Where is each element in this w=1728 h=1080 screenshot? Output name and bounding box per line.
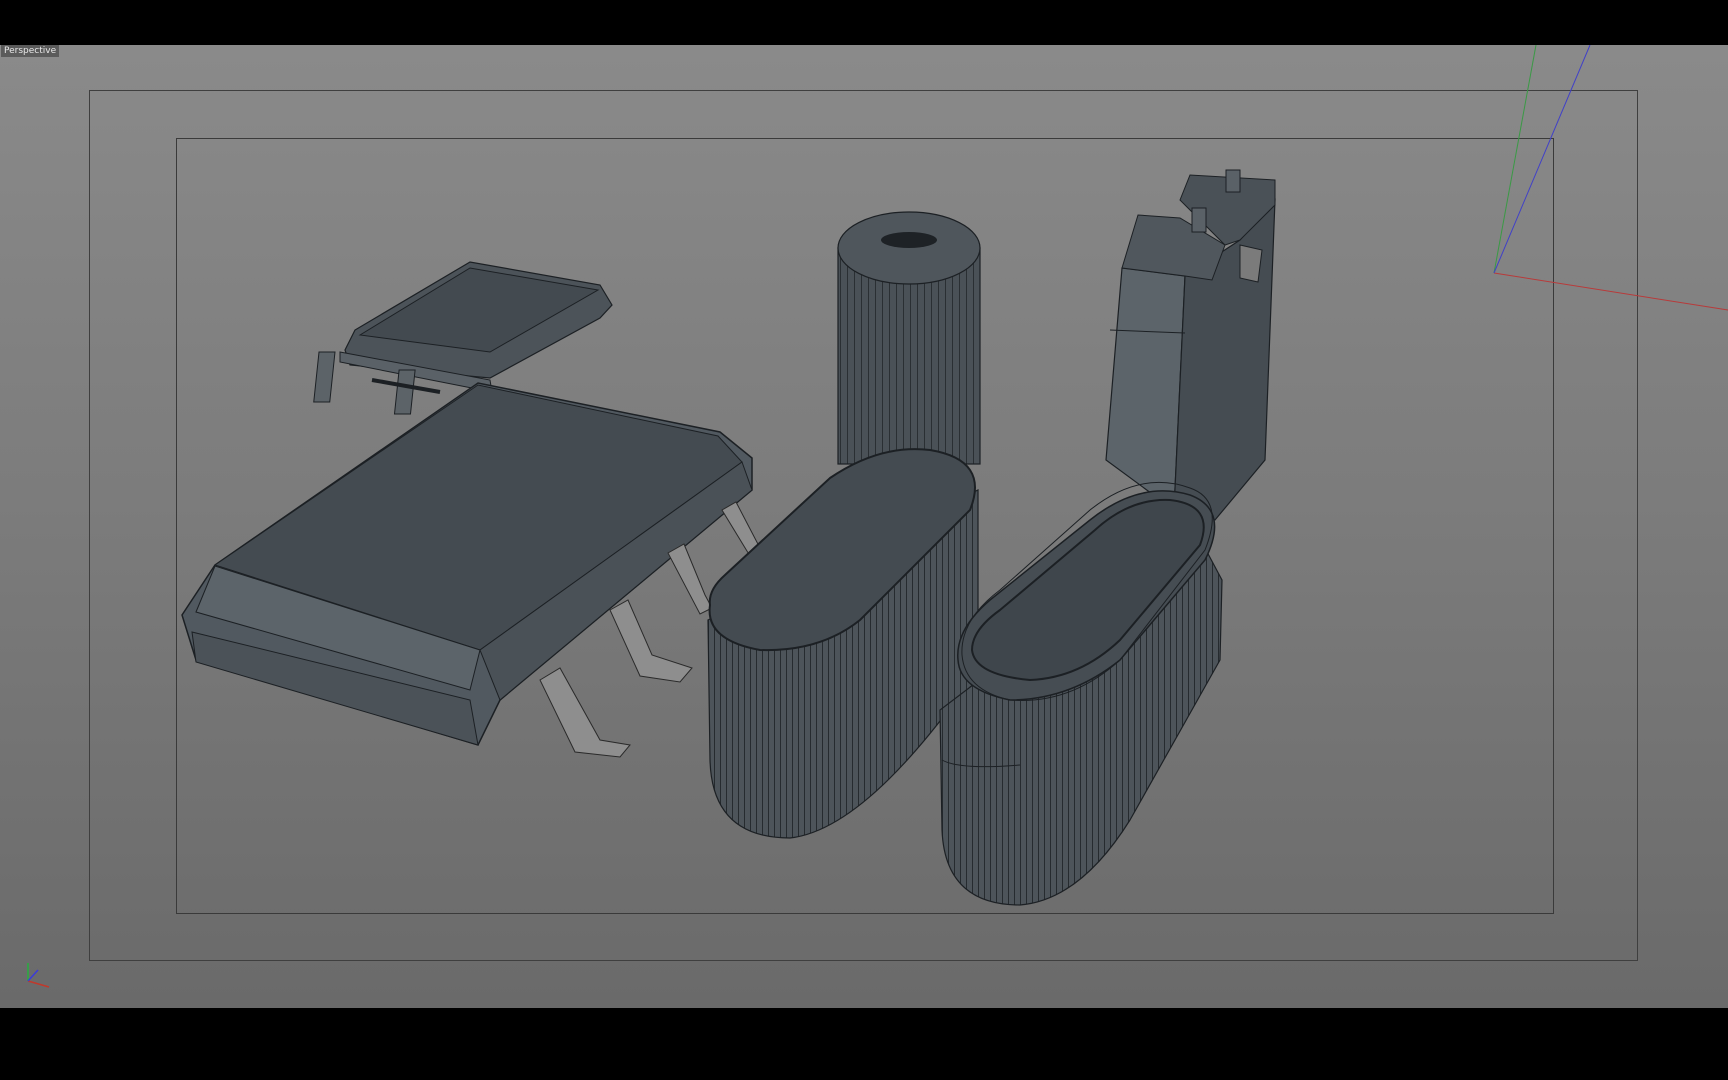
- scene-canvas[interactable]: [0, 45, 1728, 1008]
- tall-cylinder[interactable]: [837, 211, 981, 465]
- letterbox-bottom: [0, 1008, 1728, 1080]
- letterbox-top: [0, 0, 1728, 45]
- oval-capacitor-right[interactable]: [939, 481, 1223, 906]
- perspective-viewport[interactable]: Perspective: [0, 45, 1728, 1008]
- tall-box-component[interactable]: [1105, 169, 1276, 521]
- axis-gizmo-icon: [27, 963, 50, 988]
- world-axis-gizmo: [1493, 45, 1728, 311]
- oval-capacitor-left[interactable]: [707, 448, 979, 839]
- large-ic-package[interactable]: [181, 382, 761, 758]
- small-ic-package[interactable]: [313, 261, 613, 415]
